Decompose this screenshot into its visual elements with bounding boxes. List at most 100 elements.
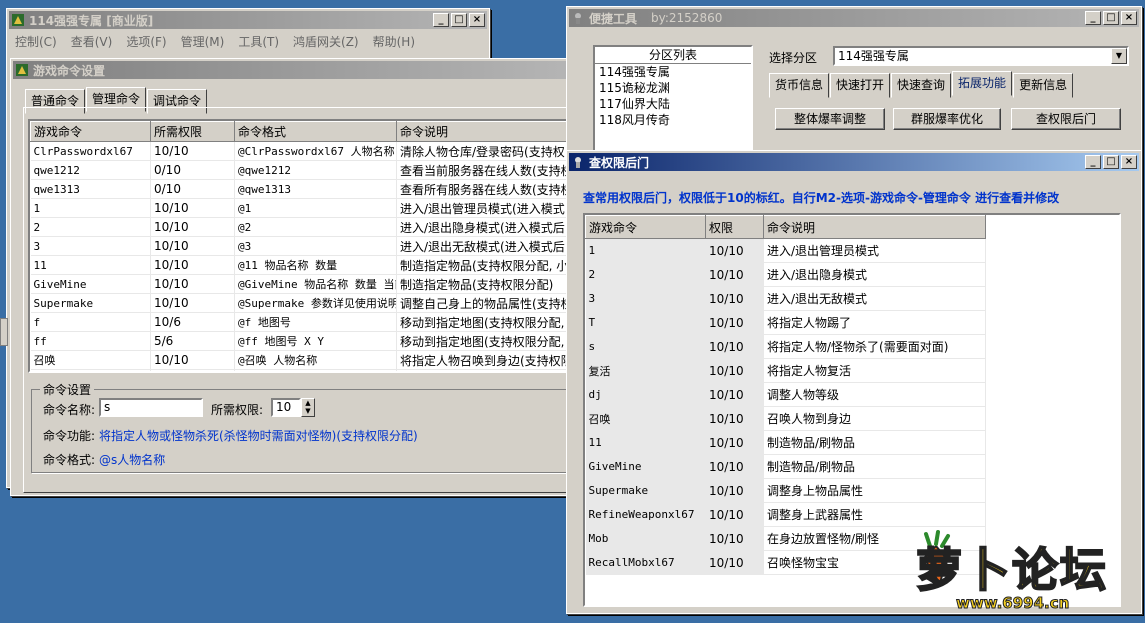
- overall-droprate-button[interactable]: 整体爆率调整: [775, 108, 885, 130]
- column-header[interactable]: 命令说明: [396, 121, 566, 142]
- tab-extensions[interactable]: 拓展功能: [952, 71, 1013, 96]
- table-row[interactable]: RefineWeaponxl67 10/10 调整身上武器属性: [585, 502, 986, 527]
- permission-spinner[interactable]: ▲ ▼: [301, 398, 315, 417]
- table-row[interactable]: 11 10/10 制造物品/刷物品: [585, 430, 986, 455]
- column-header[interactable]: 游戏命令: [30, 121, 151, 142]
- menu-control[interactable]: 控制(C): [15, 33, 57, 50]
- table-row[interactable]: 明晓10/10@明晓 人物名称明晓指定人物(支持权限分配): [30, 369, 566, 371]
- spin-down-icon[interactable]: ▼: [302, 407, 314, 415]
- table-cell: 10/10: [705, 430, 764, 455]
- table-row[interactable]: 3 10/10 @3 进入/退出无敌模式(进入模式后: [30, 236, 566, 256]
- group-droprate-button[interactable]: 群服爆率优化: [893, 108, 1001, 130]
- table-row[interactable]: 11 10/10 @11 物品名称 数量 制造指定物品(支持权限分配, 小: [30, 255, 566, 275]
- table-cell: 10/10: [150, 236, 235, 256]
- table-row[interactable]: qwe1313 0/10 @qwe1313 查看所有服务器在线人数(支持权: [30, 179, 566, 199]
- partition-item[interactable]: 114强强专属: [595, 64, 751, 80]
- command-table: 游戏命令 所需权限 命令格式 命令说明 ClrPasswordxl67 10/10…: [30, 121, 566, 371]
- table-row[interactable]: f 10/6 @f 地图号 移动到指定地图(支持权限分配,: [30, 312, 566, 332]
- table-row[interactable]: s 10/10 将指定人物/怪物杀了(需要面对面): [585, 334, 986, 359]
- command-name-input[interactable]: s: [99, 398, 203, 417]
- menu-help[interactable]: 帮助(H): [373, 33, 415, 50]
- table-cell: @Supermake 参数详见使用说明: [234, 293, 397, 313]
- table-row[interactable]: GiveMine 10/10 制造物品/刷物品: [585, 454, 986, 479]
- partition-item[interactable]: 117仙界大陆: [595, 96, 751, 112]
- menu-manage[interactable]: 管理(M): [181, 33, 225, 50]
- tab-currency[interactable]: 货币信息: [769, 73, 830, 98]
- logo-url: www.6994.cn: [955, 594, 1070, 613]
- desktop-icon-fragment[interactable]: [0, 318, 8, 346]
- table-cell: 1: [30, 198, 151, 218]
- close-button[interactable]: ×: [1121, 155, 1137, 169]
- table-row[interactable]: GiveMine 10/10 @GiveMine 物品名称 数量 当前 制造指定物品(…: [30, 274, 566, 294]
- table-cell: 0/10: [150, 160, 235, 180]
- table-cell: @qwe1212: [234, 160, 397, 180]
- table-cell: 10/10: [705, 526, 764, 551]
- required-permission-input[interactable]: 10: [271, 398, 301, 417]
- table-row[interactable]: 召唤 10/10 召唤人物到身边: [585, 406, 986, 431]
- close-button[interactable]: ×: [469, 13, 485, 27]
- minimize-button[interactable]: _: [433, 13, 449, 27]
- table-cell: 调整身上物品属性: [763, 478, 986, 503]
- column-header[interactable]: 命令说明: [763, 215, 986, 239]
- maximize-button[interactable]: □: [1103, 155, 1119, 169]
- table-row[interactable]: 1 10/10 进入/退出管理员模式: [585, 238, 986, 263]
- tab-quick-query[interactable]: 快速查询: [891, 73, 952, 98]
- table-cell: 10/10: [705, 334, 764, 359]
- partition-item[interactable]: 118风月传奇: [595, 112, 751, 128]
- column-header[interactable]: 所需权限: [150, 121, 235, 142]
- menu-tools[interactable]: 工具(T): [238, 33, 279, 50]
- check-permission-backdoor-button[interactable]: 查权限后门: [1011, 108, 1121, 130]
- minimize-button[interactable]: _: [1085, 155, 1101, 169]
- table-row[interactable]: Supermake 10/10 调整身上物品属性: [585, 478, 986, 503]
- table-cell: @3: [234, 236, 397, 256]
- partition-select[interactable]: 114强强专属: [833, 46, 1129, 66]
- table-row[interactable]: ClrPasswordxl67 10/10 @ClrPasswordxl67 人物名…: [30, 141, 566, 161]
- game-command-window: 游戏命令设置 普通命令 管理命令 调试命令 游戏命令 所需权限 命令格式 命令说…: [10, 58, 576, 496]
- table-row[interactable]: dj 10/10 调整人物等级: [585, 382, 986, 407]
- table-cell: @f 地图号: [234, 312, 397, 332]
- maximize-button[interactable]: □: [451, 13, 467, 27]
- table-cell: 明晓指定人物(支持权限分配): [396, 369, 566, 371]
- table-cell: 3: [30, 236, 151, 256]
- table-cell: 移动到指定地图(支持权限分配,: [396, 312, 566, 332]
- minimize-button[interactable]: _: [1085, 11, 1101, 25]
- table-row[interactable]: 3 10/10 进入/退出无敌模式: [585, 286, 986, 311]
- command-table-body: ClrPasswordxl67 10/10 @ClrPasswordxl67 人物名…: [30, 141, 566, 371]
- menu-view[interactable]: 查看(V): [71, 33, 113, 50]
- dropdown-arrow-icon[interactable]: ▼: [1111, 48, 1127, 64]
- table-row[interactable]: T 10/10 将指定人物踢了: [585, 310, 986, 335]
- table-row[interactable]: 复活 10/10 将指定人物复活: [585, 358, 986, 383]
- table-row[interactable]: 2 10/10 @2 进入/退出隐身模式(进入模式后: [30, 217, 566, 237]
- quick-tools-titlebar[interactable]: 便捷工具 by:2152860 _ □ ×: [569, 9, 1139, 27]
- table-cell: 制造物品/刷物品: [763, 430, 986, 455]
- table-row[interactable]: 2 10/10 进入/退出隐身模式: [585, 262, 986, 287]
- quick-tools-author: by:2152860: [651, 11, 723, 25]
- main-window-titlebar[interactable]: 114强强专属 [商业版] _ □ ×: [9, 11, 487, 29]
- column-header[interactable]: 权限: [705, 215, 764, 239]
- table-cell: 将指定人物复活: [763, 358, 986, 383]
- table-cell: Mob: [585, 526, 706, 551]
- table-row[interactable]: ff 5/6 @ff 地图号 X Y 移动到指定地图(支持权限分配,: [30, 331, 566, 351]
- table-cell: 将指定人物召唤到身边(支持权限: [396, 350, 566, 370]
- tab-updates[interactable]: 更新信息: [1013, 73, 1074, 98]
- spin-up-icon[interactable]: ▲: [302, 399, 314, 407]
- table-cell: 10/10: [705, 382, 764, 407]
- table-cell: s: [585, 334, 706, 359]
- game-command-titlebar[interactable]: 游戏命令设置: [13, 61, 573, 79]
- menu-options[interactable]: 选项(F): [126, 33, 166, 50]
- column-header[interactable]: 游戏命令: [585, 215, 706, 239]
- column-header[interactable]: 命令格式: [234, 121, 397, 142]
- table-row[interactable]: Supermake 10/10 @Supermake 参数详见使用说明 调整自己身上的…: [30, 293, 566, 313]
- table-cell: 进入/退出隐身模式: [763, 262, 986, 287]
- partition-item[interactable]: 115诡秘龙渊: [595, 80, 751, 96]
- close-button[interactable]: ×: [1121, 11, 1137, 25]
- table-cell: Supermake: [30, 293, 151, 313]
- maximize-button[interactable]: □: [1103, 11, 1119, 25]
- table-row[interactable]: qwe1212 0/10 @qwe1212 查看当前服务器在线人数(支持权: [30, 160, 566, 180]
- permission-titlebar[interactable]: 查权限后门 _ □ ×: [569, 153, 1139, 171]
- menu-gateway[interactable]: 鸿盾网关(Z): [293, 33, 359, 50]
- table-row[interactable]: 召唤 10/10 @召唤 人物名称 将指定人物召唤到身边(支持权限: [30, 350, 566, 370]
- tab-quick-open[interactable]: 快速打开: [830, 73, 891, 98]
- table-cell: @GiveMine 物品名称 数量 当前: [234, 274, 397, 294]
- table-row[interactable]: 1 10/10 @1 进入/退出管理员模式(进入模式: [30, 198, 566, 218]
